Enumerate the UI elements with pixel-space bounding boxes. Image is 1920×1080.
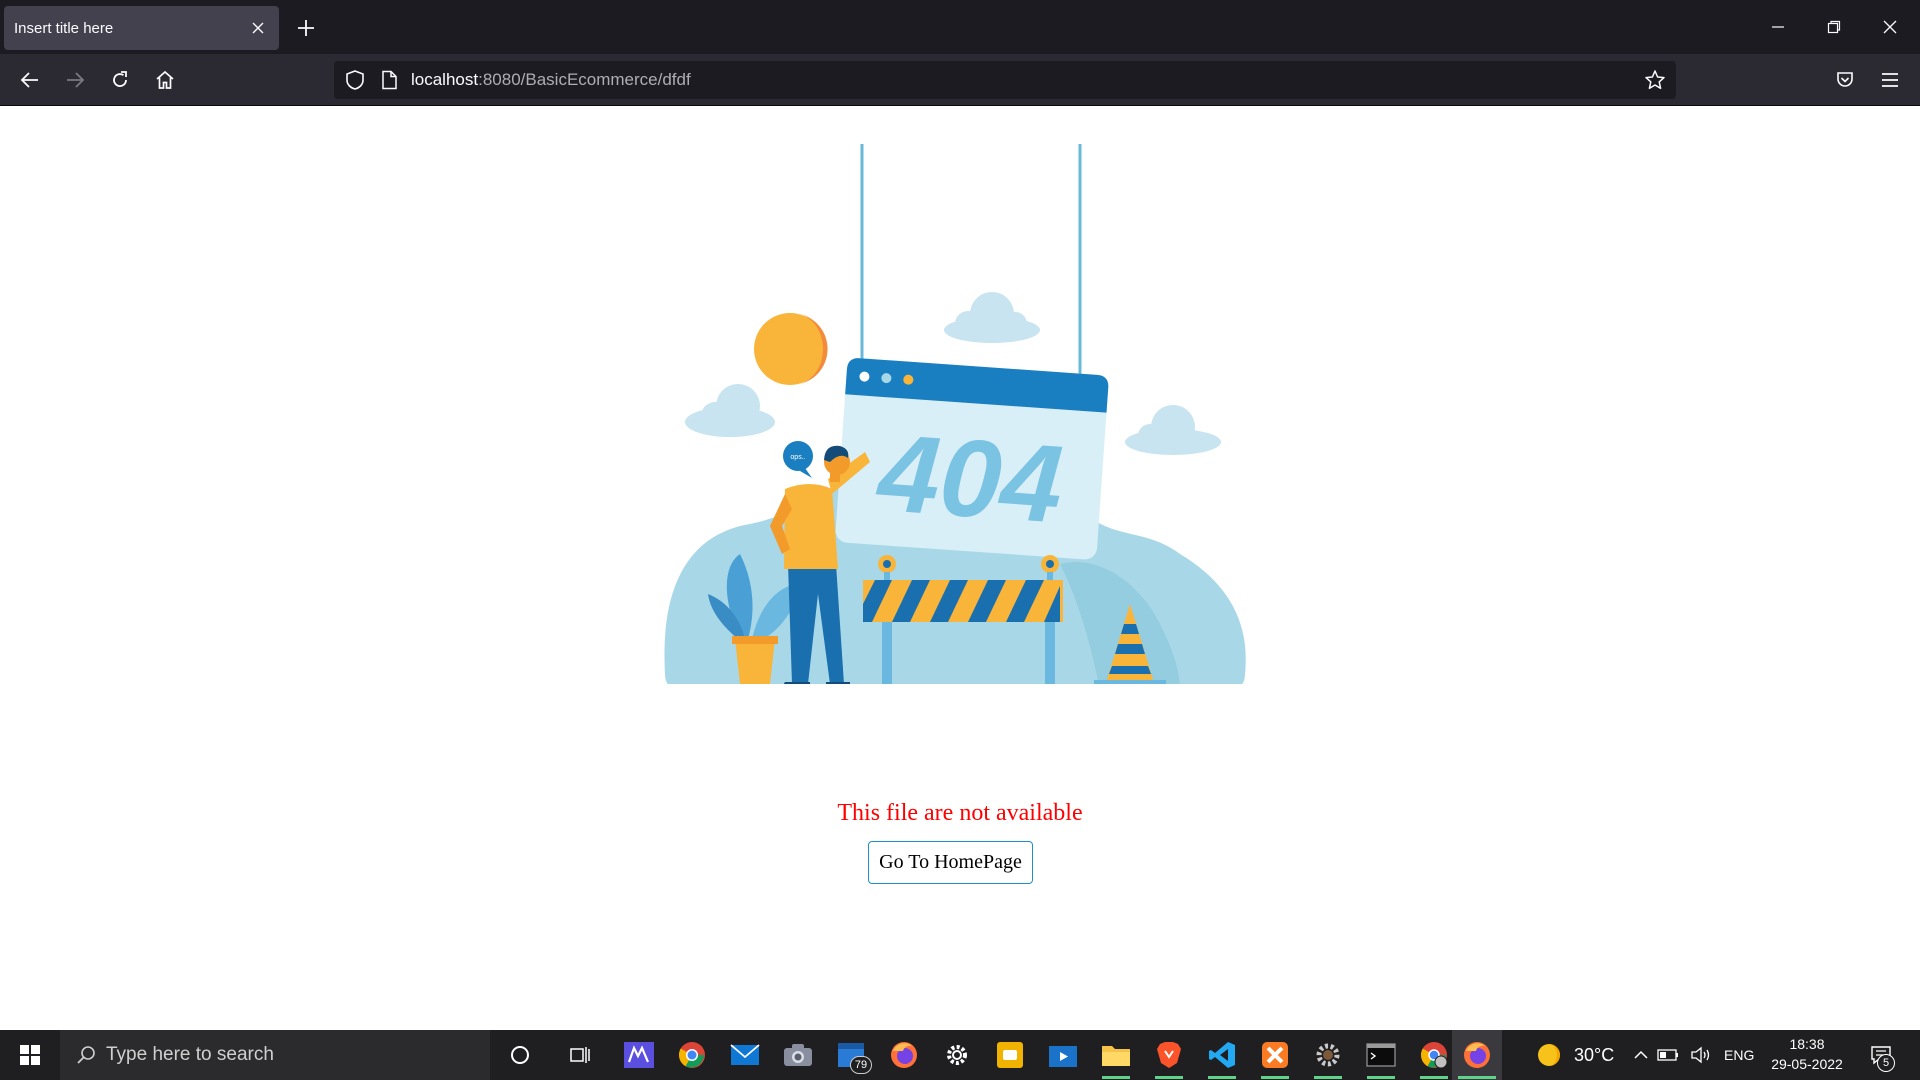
- menu-hamburger-icon[interactable]: [1872, 62, 1908, 98]
- clock-time: 18:38: [1789, 1036, 1825, 1052]
- running-indicator: [1420, 1076, 1448, 1079]
- weather-sun-icon[interactable]: [1524, 1030, 1574, 1080]
- taskbar-search-box[interactable]: Type here to search: [60, 1030, 490, 1080]
- url-text: localhost:8080/BasicEcommerce/dfdf: [411, 70, 691, 90]
- error-message: This file are not available: [837, 800, 1083, 826]
- brave-icon[interactable]: [1144, 1030, 1194, 1080]
- 404-sign: 404: [835, 358, 1109, 560]
- restore-icon[interactable]: [1806, 0, 1862, 54]
- movies-tv-icon[interactable]: [1038, 1030, 1088, 1080]
- running-indicator: [1261, 1076, 1289, 1079]
- running-indicator: [1102, 1076, 1130, 1079]
- calendar-badge: 79: [850, 1056, 872, 1074]
- sign-404-text: 404: [873, 411, 1067, 547]
- pocket-icon[interactable]: [1827, 62, 1863, 98]
- cloud-left-icon: [685, 384, 775, 437]
- firefox-active-icon[interactable]: [1452, 1030, 1502, 1080]
- notification-count-badge: 5: [1877, 1054, 1895, 1072]
- tab-title: Insert title here: [14, 19, 114, 37]
- bookmark-star-icon[interactable]: [1644, 69, 1666, 96]
- close-window-icon[interactable]: [1862, 0, 1918, 54]
- url-path: :8080/BasicEcommerce/dfdf: [478, 70, 691, 89]
- language-indicator[interactable]: ENG: [1724, 1047, 1754, 1063]
- camera-icon[interactable]: [773, 1030, 823, 1080]
- search-placeholder: Type here to search: [106, 1044, 274, 1065]
- cloud-right-icon: [1125, 405, 1221, 455]
- windows-taskbar: Type here to search 79 30°C ENG 18:38 29…: [0, 1030, 1920, 1080]
- calendar-icon[interactable]: 79: [826, 1030, 876, 1080]
- terminal-icon[interactable]: [1356, 1030, 1406, 1080]
- speech-bubble: ops..: [783, 441, 813, 478]
- running-indicator: [1367, 1076, 1395, 1079]
- clock-date: 29-05-2022: [1771, 1056, 1843, 1072]
- task-view-icon[interactable]: [555, 1030, 605, 1080]
- url-host: localhost: [411, 70, 479, 89]
- mathpix-icon[interactable]: [614, 1030, 664, 1080]
- clock[interactable]: 18:38 29-05-2022: [1762, 1034, 1852, 1074]
- mail-icon[interactable]: [720, 1030, 770, 1080]
- shield-icon[interactable]: [344, 69, 366, 96]
- back-arrow-icon[interactable]: [12, 62, 48, 98]
- temperature-text[interactable]: 30°C: [1574, 1045, 1614, 1066]
- cloud-top-icon: [944, 292, 1040, 343]
- gear-app-icon[interactable]: [1303, 1030, 1353, 1080]
- chrome-icon[interactable]: [667, 1030, 717, 1080]
- speaker-volume-icon[interactable]: [1681, 1030, 1721, 1080]
- home-icon[interactable]: [147, 62, 183, 98]
- reload-icon[interactable]: [102, 62, 138, 98]
- page-content: 404 ops.. This file are not available Go…: [0, 106, 1920, 1030]
- running-indicator: [1155, 1076, 1183, 1079]
- vscode-icon[interactable]: [1197, 1030, 1247, 1080]
- browser-tab[interactable]: Insert title here: [4, 6, 279, 50]
- search-magnifier-icon: [76, 1045, 96, 1065]
- new-tab-plus-icon[interactable]: [290, 12, 322, 44]
- speech-bubble-text: ops..: [790, 454, 805, 461]
- 404-illustration: 404 ops..: [664, 144, 1246, 684]
- running-indicator: [1208, 1076, 1236, 1079]
- go-to-homepage-button[interactable]: Go To HomePage: [868, 841, 1033, 884]
- forward-arrow-icon[interactable]: [57, 62, 93, 98]
- close-tab-icon[interactable]: [247, 17, 269, 39]
- browser-tab-bar: Insert title here: [0, 0, 1920, 54]
- cortana-icon[interactable]: [495, 1030, 545, 1080]
- firefox-icon[interactable]: [879, 1030, 929, 1080]
- running-indicator: [1458, 1076, 1496, 1079]
- page-info-icon[interactable]: [380, 70, 398, 95]
- url-bar[interactable]: localhost:8080/BasicEcommerce/dfdf: [334, 61, 1676, 99]
- file-explorer-icon[interactable]: [1091, 1030, 1141, 1080]
- browser-nav-bar: localhost:8080/BasicEcommerce/dfdf: [0, 54, 1920, 106]
- settings-icon[interactable]: [932, 1030, 982, 1080]
- sun-icon: [754, 313, 828, 385]
- start-windows-icon[interactable]: [0, 1030, 60, 1080]
- xampp-icon[interactable]: [1250, 1030, 1300, 1080]
- running-indicator: [1314, 1076, 1342, 1079]
- sticky-notes-icon[interactable]: [985, 1030, 1035, 1080]
- minimize-icon[interactable]: [1750, 0, 1806, 54]
